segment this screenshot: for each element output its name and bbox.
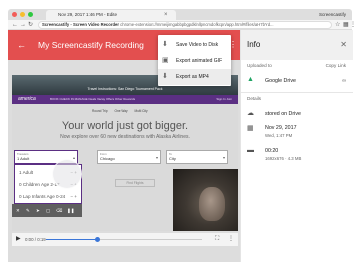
info-panel: Info ✕ Uploaded to Copy Link ▲ Google Dr… <box>240 30 353 262</box>
profile-name[interactable]: Screencastify <box>319 9 346 20</box>
seek-bar[interactable] <box>46 237 202 242</box>
tab-title: Nov 29, 2017 1:46 PM - Edite <box>58 12 118 17</box>
link-icon[interactable]: ∞ <box>342 78 346 84</box>
hero-caption: Travel Instructions: San Diego Tournamen… <box>87 87 163 91</box>
player-controls: ▶ 0:00 / 0:19 ⛶ ⋮ <box>12 233 238 246</box>
site-headline: Your world just got bigger. <box>61 120 189 132</box>
menu-item-label: Save Video to Disk <box>176 42 219 48</box>
popup-row-label: 1 Adult <box>19 170 34 175</box>
divider <box>241 92 353 93</box>
destination-value: City <box>169 156 176 161</box>
copy-link[interactable]: Copy Link <box>326 63 346 68</box>
info-title: Info <box>247 40 261 49</box>
more-icon[interactable]: ⋮ <box>228 233 234 246</box>
extension-icon[interactable]: ▦ <box>343 20 349 30</box>
eraser-icon: ⌫ <box>56 208 63 213</box>
travelers-value: 1 Adult <box>17 156 30 161</box>
chevron-up-icon: ▴ <box>72 155 75 160</box>
reload-icon[interactable]: ↻ <box>28 20 33 30</box>
seek-handle[interactable] <box>94 237 100 242</box>
service-name: Google Drive <box>265 78 296 84</box>
time-readout: 0:00 / 0:19 <box>25 237 46 242</box>
site-nav-right: Sign In Join <box>216 97 232 101</box>
play-icon[interactable]: ▶ <box>16 233 21 246</box>
close-icon[interactable]: ✕ <box>340 30 347 60</box>
recording-title: My Screencastify Recording <box>38 40 144 50</box>
address-prefix: Screencastify - Screen Video Recorder <box>42 22 119 27</box>
menu-item-save-disk[interactable]: ⬇ Save Video to Disk <box>158 37 231 53</box>
annotation-toolbar: ✕ ✎ ➤ ▢ ⌫ ❚❚ <box>12 204 82 217</box>
details-label: Details <box>247 96 262 101</box>
destination-field: To City ▾ <box>166 150 228 164</box>
fullscreen-icon[interactable]: ⛶ <box>215 233 219 246</box>
webcam-overlay <box>173 169 238 231</box>
site-nav-links: BOOK CHECK IN MANAGE Deals Vacay Offers … <box>50 97 136 101</box>
chevron-down-icon: ▾ <box>155 155 158 160</box>
stored-label: stored on Drive <box>265 111 301 117</box>
uploaded-to-label: Uploaded to <box>247 63 272 68</box>
find-flights-button: Find Flights <box>115 179 155 187</box>
trip-tab: One Way <box>114 109 128 113</box>
duration: 00:20 <box>265 148 279 154</box>
more-vert-icon[interactable]: ⋮ <box>229 30 237 60</box>
bookmark-star-icon[interactable]: ☆ <box>335 20 340 30</box>
gif-icon: ▣ <box>162 57 169 64</box>
browser-tab-bar: Nov 29, 2017 1:46 PM - Edite × Screencas… <box>8 9 352 20</box>
minimize-window-icon[interactable] <box>20 12 25 17</box>
browser-menu-icon[interactable]: ⋮ <box>350 20 356 30</box>
resolution-size: 1692x676 · 4.3 MB <box>265 156 302 161</box>
cursor-highlight <box>52 159 82 189</box>
info-header: Info ✕ <box>241 30 353 60</box>
rectangle-icon: ▢ <box>46 208 51 213</box>
site-logo: america <box>18 96 36 102</box>
site-nav: america BOOK CHECK IN MANAGE Deals Vacay… <box>12 95 238 104</box>
address-url: chrome-extension://mmeijimgabbpbgpdklnll… <box>120 22 274 27</box>
pen-icon: ✎ <box>26 208 30 213</box>
popup-row-label: 0 Children Age 2-17 <box>19 182 60 187</box>
chevron-down-icon: ▾ <box>222 155 225 160</box>
origin-field: From Chicago ▾ <box>97 150 161 164</box>
popup-row-label: 0 Lap Infants Age 0-24 <box>19 194 66 199</box>
video-icon: ▬ <box>247 147 254 154</box>
popup-row-controls: − + <box>70 194 77 199</box>
menu-item-export-gif[interactable]: ▣ Export animated GIF <box>158 53 231 69</box>
trip-tab: Round Trip <box>92 109 108 113</box>
back-icon[interactable]: ← <box>12 20 18 30</box>
cloud-icon: ☁ <box>247 110 254 117</box>
video-frame[interactable]: Travel Instructions: San Diego Tournamen… <box>12 75 238 231</box>
recording-time: Wed, 1:47 PM <box>265 133 293 138</box>
recording-date: Nov 29, 2017 <box>265 125 297 131</box>
seek-progress <box>46 239 98 240</box>
close-window-icon[interactable] <box>12 12 17 17</box>
menu-item-label: Export as MP4 <box>176 74 209 80</box>
back-arrow-icon[interactable]: ← <box>17 30 26 60</box>
google-drive-icon: ▲ <box>247 76 254 83</box>
export-menu: ⬇ Save Video to Disk ▣ Export animated G… <box>158 35 231 86</box>
download-icon: ⬇ <box>162 41 168 48</box>
close-tab-icon[interactable]: × <box>164 10 168 20</box>
address-bar-row: ← → ↻ Screencastify - Screen Video Recor… <box>8 20 356 30</box>
forward-icon[interactable]: → <box>20 20 26 30</box>
close-icon: ✕ <box>16 208 20 213</box>
origin-value: Chicago <box>100 156 115 161</box>
address-input[interactable]: Screencastify - Screen Video Recorder ch… <box>38 21 332 29</box>
menu-item-label: Export animated GIF <box>176 58 223 64</box>
menu-item-export-mp4[interactable]: ⬇ Export as MP4 <box>158 69 231 85</box>
site-subheadline: Now explore over 60 new destinations wit… <box>60 134 190 140</box>
pointer-icon: ➤ <box>36 208 40 213</box>
pause-icon: ❚❚ <box>67 208 75 213</box>
download-icon: ⬇ <box>162 73 168 80</box>
trip-tab: Multi City <box>134 109 148 113</box>
browser-tab[interactable]: Nov 29, 2017 1:46 PM - Edite × <box>46 10 176 20</box>
maximize-window-icon[interactable] <box>28 12 33 17</box>
calendar-icon: ▦ <box>247 125 254 132</box>
trip-type-tabs: Round Trip One Way Multi City <box>92 108 172 115</box>
webcam-face <box>199 187 225 221</box>
